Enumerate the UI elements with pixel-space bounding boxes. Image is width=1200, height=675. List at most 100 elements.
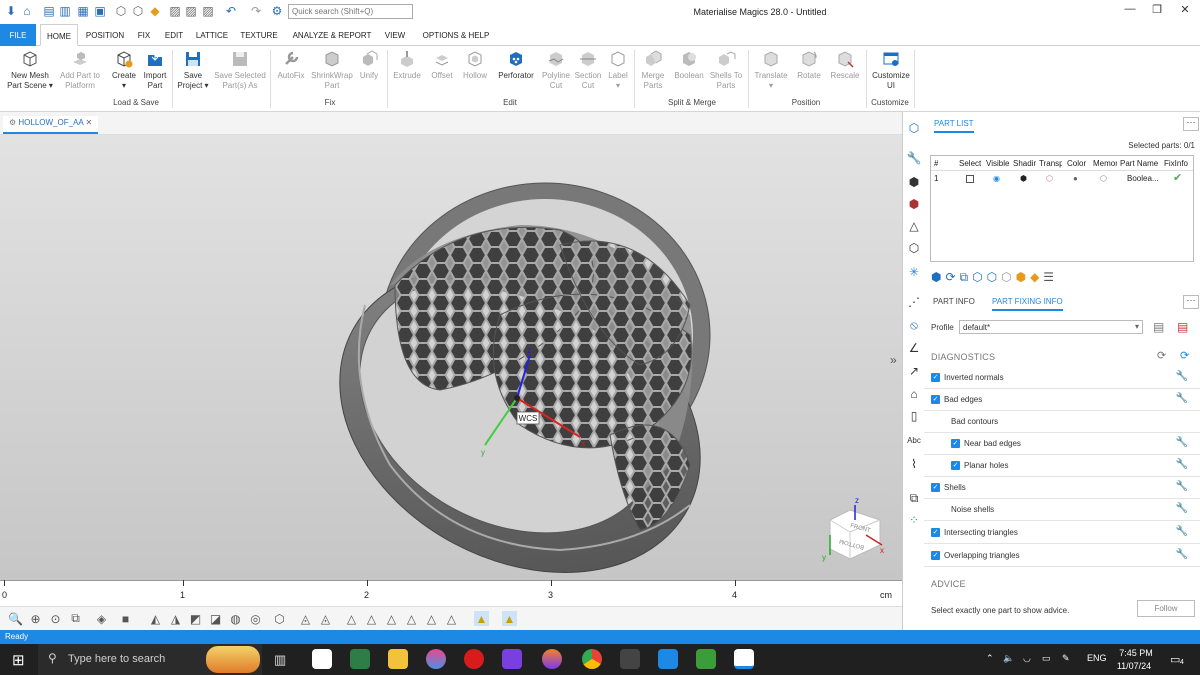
part-tool-list-icon[interactable]: ☰ bbox=[1043, 270, 1058, 284]
minimize-button[interactable]: — bbox=[1121, 3, 1139, 15]
diag-row-shells[interactable]: ✓ Shells 🔧 bbox=[924, 477, 1200, 499]
errors-icon[interactable]: ⬢ bbox=[906, 196, 922, 212]
materialise-app-icon[interactable] bbox=[734, 649, 754, 669]
add-part-to-platform-button[interactable]: Add Part to Platform bbox=[56, 49, 104, 91]
scene-icon[interactable]: ⬡ bbox=[906, 240, 922, 256]
view-cube-icon[interactable]: ◈ bbox=[94, 611, 109, 626]
clock-time[interactable]: 7:45 PM bbox=[1118, 648, 1154, 658]
diag-row-overlapping-triangles[interactable]: ✓ Overlapping triangles 🔧 bbox=[924, 545, 1200, 567]
tab-lattice[interactable]: LATTICE bbox=[194, 24, 230, 46]
battery-icon[interactable]: ▭ bbox=[1042, 653, 1051, 664]
green-app-icon[interactable] bbox=[696, 649, 716, 669]
part-name[interactable]: Boolea... bbox=[1127, 174, 1159, 183]
zoom-all-icon[interactable]: ⊕ bbox=[28, 611, 43, 626]
home-icon[interactable]: ⌂ bbox=[20, 4, 34, 18]
task-view-icon[interactable]: ▥ bbox=[274, 652, 286, 668]
notifications-icon[interactable]: ▭ bbox=[1170, 653, 1180, 666]
close-button[interactable]: ✕ bbox=[1176, 3, 1194, 16]
right-view-icon[interactable]: ◪ bbox=[208, 611, 223, 626]
tab-home[interactable]: HOME bbox=[40, 24, 78, 46]
diag-checkbox[interactable]: ✓ bbox=[931, 551, 940, 560]
part-tool-color-icon[interactable]: ⬢ bbox=[1016, 270, 1030, 284]
open-file-icon[interactable]: ▥ bbox=[58, 4, 72, 18]
pen-icon[interactable]: ✎ bbox=[1062, 653, 1070, 664]
platform-icon[interactable]: ◆ bbox=[148, 4, 162, 18]
hollow-button[interactable]: Hollow bbox=[460, 49, 490, 81]
fix-tools-icon[interactable]: 🔧 bbox=[906, 150, 922, 166]
diag-row-bad-contours[interactable]: Bad contours bbox=[924, 411, 1200, 433]
update-icon[interactable]: ⟳ bbox=[1180, 349, 1189, 362]
top-view-icon[interactable]: ◍ bbox=[228, 611, 243, 626]
section-cut-button[interactable]: Section Cut bbox=[574, 49, 602, 91]
part-tool-platform-icon[interactable]: ◆ bbox=[1030, 270, 1043, 284]
extrude-button[interactable]: Extrude bbox=[392, 49, 422, 81]
zoom-icon[interactable]: 🔍 bbox=[8, 611, 23, 626]
tab-file[interactable]: FILE bbox=[0, 24, 36, 46]
customize-quick-access-icon[interactable]: ⚙ bbox=[270, 4, 284, 18]
part-tool-group-icon[interactable]: ⬡ bbox=[972, 270, 986, 284]
media-app-icon[interactable] bbox=[502, 649, 522, 669]
wrench-icon[interactable]: 🔧 bbox=[1176, 549, 1188, 560]
wrench-icon[interactable]: 🔧 bbox=[1176, 503, 1188, 514]
redo-icon[interactable]: ↷ bbox=[249, 4, 263, 18]
save-project-button[interactable]: Save Project ▾ bbox=[176, 49, 210, 91]
points-icon[interactable]: ⋰ bbox=[906, 294, 922, 310]
perspective4-icon[interactable]: △ bbox=[404, 611, 419, 626]
perspective6-icon[interactable]: △ bbox=[444, 611, 459, 626]
photos-app-icon[interactable] bbox=[658, 649, 678, 669]
polyline-cut-button[interactable]: Polyline Cut bbox=[540, 49, 572, 91]
part-tool-add-icon[interactable]: ⬢ bbox=[931, 270, 945, 284]
export3-icon[interactable]: ▨ bbox=[201, 4, 215, 18]
profile-doc-icon[interactable]: ▤ bbox=[1153, 320, 1164, 334]
file-explorer-icon[interactable] bbox=[388, 649, 408, 669]
tab-part-fixing-info[interactable]: PART FIXING INFO bbox=[992, 297, 1063, 311]
merge-parts-button[interactable]: Merge Parts bbox=[638, 49, 668, 91]
tab-part-info[interactable]: PART INFO bbox=[933, 297, 975, 306]
diag-row-planar-holes[interactable]: ✓ Planar holes 🔧 bbox=[924, 455, 1200, 477]
diag-checkbox[interactable]: ✓ bbox=[951, 461, 960, 470]
left-view-icon[interactable]: ◩ bbox=[188, 611, 203, 626]
bottom-view-icon[interactable]: ◎ bbox=[248, 611, 263, 626]
undo-icon[interactable]: ↶ bbox=[224, 4, 238, 18]
diag-checkbox[interactable]: ✓ bbox=[931, 373, 940, 382]
cube-grid-icon[interactable]: ⧉ bbox=[906, 490, 922, 506]
create-button[interactable]: Create ▾ bbox=[109, 49, 139, 91]
boolean-button[interactable]: Boolean bbox=[672, 49, 706, 81]
angle-icon[interactable]: ∠ bbox=[906, 340, 922, 356]
section-view-icon[interactable]: ◬ bbox=[298, 611, 313, 626]
language-indicator[interactable]: ENG bbox=[1087, 653, 1107, 663]
diag-checkbox[interactable]: ✓ bbox=[951, 439, 960, 448]
tab-analyze-report[interactable]: ANALYZE & REPORT bbox=[290, 24, 374, 46]
view-cube[interactable]: z y x FRONT BOTTOM bbox=[822, 496, 884, 562]
restore-button[interactable]: ❐ bbox=[1148, 3, 1166, 16]
diag-checkbox[interactable]: ✓ bbox=[931, 483, 940, 492]
windows-start-icon[interactable]: ⊞ bbox=[12, 651, 25, 669]
tab-texture[interactable]: TEXTURE bbox=[238, 24, 280, 46]
paint-app-icon[interactable] bbox=[426, 649, 446, 669]
no-entry-icon[interactable]: ⦸ bbox=[906, 317, 922, 333]
tab-options-help[interactable]: OPTIONS & HELP bbox=[420, 24, 492, 46]
part-pages-icon[interactable]: ⬢ bbox=[906, 174, 922, 190]
path-icon[interactable]: ↗ bbox=[906, 363, 922, 379]
translate-button[interactable]: Translate ▾ bbox=[753, 49, 789, 91]
volume-icon[interactable]: 🔈 bbox=[1003, 653, 1014, 664]
color-swatch-icon[interactable]: ● bbox=[1073, 174, 1078, 183]
page-icon[interactable]: ▯ bbox=[906, 408, 922, 424]
autofix-button[interactable]: AutoFix bbox=[276, 49, 306, 81]
close-tab-icon[interactable]: ✕ bbox=[83, 118, 93, 127]
tab-edit[interactable]: EDIT bbox=[160, 24, 188, 46]
export2-icon[interactable]: ▨ bbox=[184, 4, 198, 18]
perforator-button[interactable]: Perforator bbox=[495, 49, 537, 81]
visible-eye-icon[interactable]: ◉ bbox=[993, 174, 1000, 183]
rotate-button[interactable]: Rotate bbox=[794, 49, 824, 81]
3d-viewport[interactable]: WCS x y z z y x FRONT BOTTOM » bbox=[0, 135, 902, 580]
attachment-icon[interactable]: ⌇ bbox=[906, 456, 922, 472]
more-options-button-2[interactable]: ··· bbox=[1183, 295, 1199, 309]
new-file-icon[interactable]: ▤ bbox=[42, 4, 56, 18]
back-view-icon[interactable]: ◮ bbox=[168, 611, 183, 626]
tab-part-list[interactable]: PART LIST bbox=[934, 119, 974, 133]
front-view-icon[interactable]: ◭ bbox=[148, 611, 163, 626]
refresh-icon[interactable]: ⟳ bbox=[1157, 349, 1166, 362]
wrench-icon[interactable]: 🔧 bbox=[1176, 459, 1188, 470]
diag-row-inverted-normals[interactable]: ✓ Inverted normals 🔧 bbox=[924, 367, 1200, 389]
